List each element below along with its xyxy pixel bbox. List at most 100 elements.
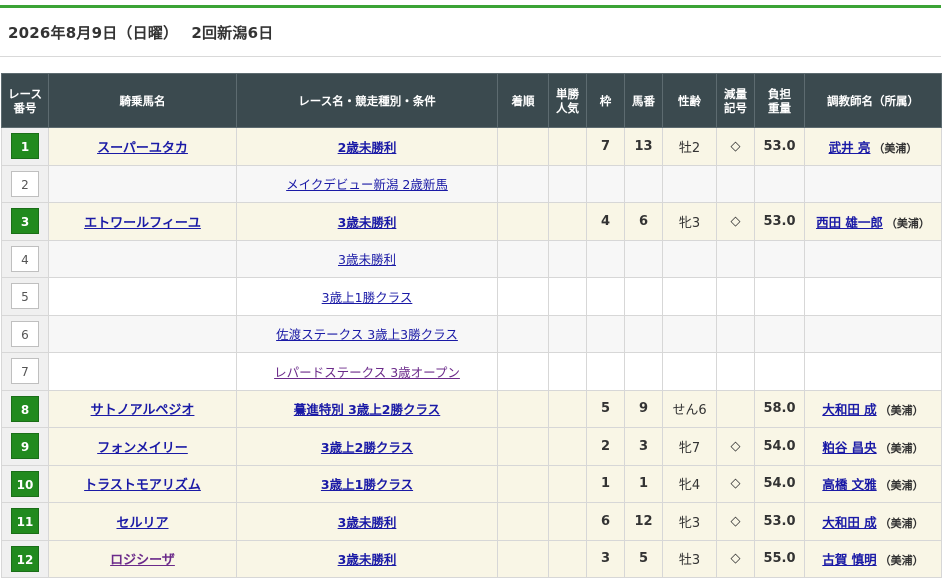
horse-name-link[interactable]: ロジシーザ	[110, 553, 175, 568]
trainer-name-link[interactable]: 西田 雄一郎	[816, 215, 883, 230]
sex-age-cell	[662, 352, 717, 391]
race-name-link[interactable]: 3歳上1勝クラス	[322, 290, 413, 305]
trainer-name-link[interactable]: 大和田 成	[822, 402, 876, 417]
popularity-cell	[548, 164, 587, 203]
popularity-cell	[548, 502, 587, 541]
horse-name-link[interactable]: トラストモアリズム	[84, 478, 201, 493]
race-cell: 3歳上1勝クラス	[236, 277, 498, 316]
race-name-link[interactable]: 2歳未勝利	[338, 140, 397, 155]
table-row: 4 3歳未勝利	[1, 239, 942, 278]
trainer-cell	[804, 164, 942, 203]
trainer-name-link[interactable]: 古賀 慎明	[822, 552, 876, 567]
race-name-link[interactable]: 3歳上1勝クラス	[321, 477, 413, 492]
horse-cell	[48, 164, 237, 203]
finish-cell	[497, 464, 549, 503]
horse-number-cell	[624, 239, 663, 278]
trainer-cell: 高橋 文雅 （美浦）	[804, 464, 942, 503]
race-name-link[interactable]: レパードステークス 3歳オープン	[274, 365, 460, 380]
frame-cell	[586, 314, 625, 353]
table-row: 5 3歳上1勝クラス	[1, 277, 942, 316]
trainer-stable-label: （美浦）	[885, 216, 930, 230]
trainer-name-link[interactable]: 高橋 文雅	[822, 477, 876, 492]
race-number-badge: 2	[11, 170, 39, 197]
trainer-cell: 粕谷 昌央 （美浦）	[804, 427, 942, 466]
weight-mark-cell	[716, 314, 755, 353]
load-weight-cell: 53.0	[754, 202, 805, 241]
trainer-name-link[interactable]: 大和田 成	[822, 515, 876, 530]
horse-number-cell	[624, 164, 663, 203]
trainer-cell: 大和田 成（美浦）	[804, 389, 942, 428]
race-number-cell: 1	[1, 127, 49, 166]
header-race-no: レース 番号	[1, 73, 49, 128]
table-row: 3 エトワールフィーユ 3歳未勝利 4 6 牝3 ◇ 53.0 西田 雄一郎 （美浦）	[1, 202, 942, 241]
race-number-cell: 6	[1, 314, 49, 353]
load-weight-cell: 53.0	[754, 502, 805, 541]
finish-cell	[497, 164, 549, 203]
horse-name-link[interactable]: スーパーユタカ	[97, 141, 188, 156]
table-row: 7 レパードステークス 3歳オープン	[1, 352, 942, 391]
race-name-link[interactable]: 3歳未勝利	[338, 215, 397, 230]
race-cell: レパードステークス 3歳オープン	[236, 352, 498, 391]
weight-mark-cell	[716, 352, 755, 391]
finish-cell	[497, 314, 549, 353]
sex-age-cell: 牝3	[662, 502, 717, 541]
race-number-badge: 4	[11, 245, 39, 272]
trainer-cell	[804, 239, 942, 278]
race-cell: 3歳未勝利	[236, 502, 498, 541]
header-weight-mark: 減量 記号	[716, 73, 755, 128]
horse-number-cell: 13	[624, 127, 663, 166]
horse-name-link[interactable]: フォンメイリー	[97, 441, 188, 456]
trainer-cell: 西田 雄一郎 （美浦）	[804, 202, 942, 241]
frame-cell: 6	[586, 502, 625, 541]
horse-cell	[48, 352, 237, 391]
trainer-name-link[interactable]: 粕谷 昌央	[822, 440, 876, 455]
race-name-link[interactable]: 3歳上2勝クラス	[321, 440, 413, 455]
table-row: 12 ロジシーザ 3歳未勝利 3 5 牡3 ◇ 55.0 古賀 慎明 （美浦）	[1, 539, 942, 578]
trainer-cell	[804, 314, 942, 353]
table-row: 10 トラストモアリズム 3歳上1勝クラス 1 1 牝4 ◇ 54.0 高橋 文雅 （美浦）	[1, 464, 942, 503]
race-cell: 佐渡ステークス 3歳上3勝クラス	[236, 314, 498, 353]
header-frame: 枠	[586, 73, 625, 128]
trainer-name-link[interactable]: 武井 亮	[829, 140, 871, 155]
table-row: 11 セルリア 3歳未勝利 6 12 牝3 ◇ 53.0 大和田 成（美浦）	[1, 502, 942, 541]
race-number-badge: 1	[11, 133, 39, 160]
finish-cell	[497, 539, 549, 578]
frame-cell	[586, 352, 625, 391]
race-name-link[interactable]: 佐渡ステークス 3歳上3勝クラス	[276, 327, 458, 342]
horse-name-link[interactable]: エトワールフィーユ	[84, 216, 201, 231]
race-name-link[interactable]: 3歳未勝利	[338, 515, 397, 530]
trainer-cell: 大和田 成（美浦）	[804, 502, 942, 541]
race-name-link[interactable]: 3歳未勝利	[338, 552, 397, 567]
finish-cell	[497, 277, 549, 316]
race-cell: 驀進特別 3歳上2勝クラス	[236, 389, 498, 428]
sex-age-cell	[662, 239, 717, 278]
race-number-cell: 10	[1, 464, 49, 503]
trainer-cell	[804, 352, 942, 391]
horse-number-cell: 3	[624, 427, 663, 466]
horse-number-cell: 5	[624, 539, 663, 578]
race-name-link[interactable]: 3歳未勝利	[338, 252, 396, 267]
header-horse-no: 馬番	[624, 73, 663, 128]
finish-cell	[497, 352, 549, 391]
finish-cell	[497, 502, 549, 541]
race-number-badge: 3	[11, 208, 39, 235]
weight-mark-cell	[716, 164, 755, 203]
popularity-cell	[548, 239, 587, 278]
race-number-cell: 9	[1, 427, 49, 466]
horse-cell: エトワールフィーユ	[48, 202, 237, 241]
race-name-link[interactable]: 驀進特別 3歳上2勝クラス	[294, 402, 441, 417]
header-sex-age: 性齢	[662, 73, 717, 128]
horse-cell	[48, 239, 237, 278]
load-weight-cell: 55.0	[754, 539, 805, 578]
popularity-cell	[548, 389, 587, 428]
popularity-cell	[548, 314, 587, 353]
page-title: 2026年8月9日（日曜） 2回新潟6日	[8, 24, 274, 42]
race-cell: 3歳未勝利	[236, 539, 498, 578]
popularity-cell	[548, 127, 587, 166]
race-name-link[interactable]: メイクデビュー新潟 2歳新馬	[286, 177, 448, 192]
load-weight-cell: 53.0	[754, 127, 805, 166]
horse-name-link[interactable]: セルリア	[116, 516, 168, 531]
horse-name-link[interactable]: サトノアルペジオ	[91, 403, 195, 418]
sex-age-cell: 牝4	[662, 464, 717, 503]
load-weight-cell	[754, 239, 805, 278]
